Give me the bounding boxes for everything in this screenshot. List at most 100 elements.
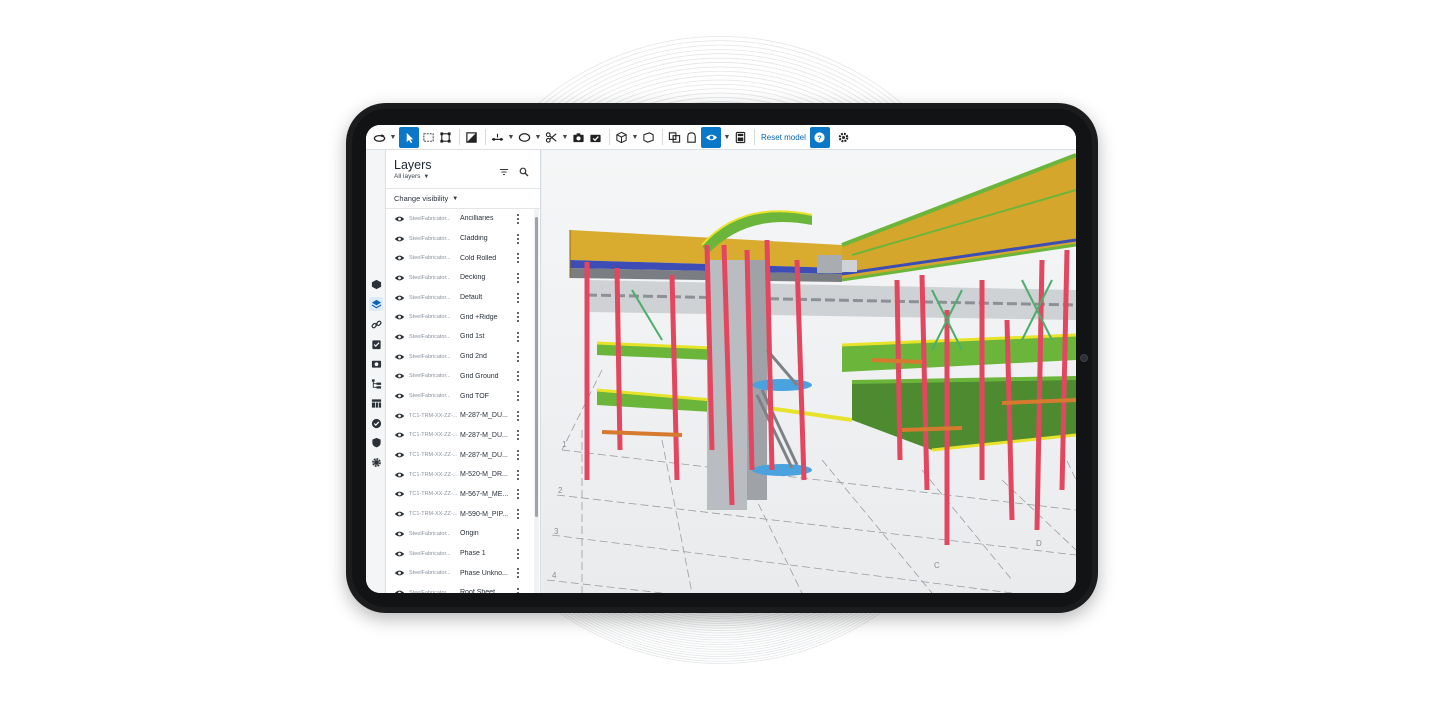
more-options-icon[interactable]	[516, 410, 520, 421]
layer-row[interactable]: SteelFabricator... Phase 1	[386, 544, 534, 564]
layer-row[interactable]: SteelFabricator... Grid 1st	[386, 327, 534, 347]
checklist-icon[interactable]	[369, 337, 383, 351]
eye-icon[interactable]	[394, 548, 405, 559]
fit-icon[interactable]	[438, 127, 453, 148]
more-options-icon[interactable]	[516, 233, 520, 244]
eye-icon[interactable]	[394, 233, 405, 244]
eye-icon[interactable]	[394, 430, 405, 441]
eye-icon[interactable]	[394, 469, 405, 480]
select-icon[interactable]	[399, 126, 419, 148]
help-icon[interactable]: ?	[809, 126, 830, 148]
box-select-icon[interactable]	[421, 127, 436, 148]
measure-dropdown-icon[interactable]: ▼	[507, 127, 515, 148]
layer-row[interactable]: TC1-TRM-XX-ZZ-... M-287-M_DU...	[386, 426, 534, 446]
snapshot-icon[interactable]	[571, 127, 586, 148]
snapshot-check-icon[interactable]	[588, 127, 603, 148]
eye-icon[interactable]	[394, 272, 405, 283]
link-icon[interactable]	[369, 317, 383, 331]
eye-icon[interactable]	[394, 587, 405, 593]
shield-icon[interactable]	[369, 435, 383, 449]
calculator-icon[interactable]	[733, 127, 748, 148]
more-options-icon[interactable]	[516, 430, 520, 441]
plane-icon[interactable]	[641, 127, 656, 148]
sort-icon[interactable]	[499, 164, 511, 176]
layer-row[interactable]: SteelFabricator... Grid Ground	[386, 367, 534, 387]
measure-icon[interactable]	[490, 127, 505, 148]
gear-icon[interactable]	[369, 455, 383, 469]
camera-icon[interactable]	[369, 356, 383, 370]
cube-dropdown-icon[interactable]: ▼	[631, 127, 639, 148]
more-options-icon[interactable]	[516, 351, 520, 362]
eye-icon[interactable]	[394, 213, 405, 224]
orbit-dropdown-icon[interactable]: ▼	[389, 127, 397, 148]
eye-icon[interactable]	[394, 292, 405, 303]
layers-icon[interactable]	[369, 297, 383, 311]
cut-dropdown-icon[interactable]: ▼	[561, 127, 569, 148]
layer-row[interactable]: SteelFabricator... Grid 2nd	[386, 347, 534, 367]
eye-icon[interactable]	[394, 410, 405, 421]
more-options-icon[interactable]	[516, 568, 520, 579]
model-viewport[interactable]: 1 2 3 4 C D	[542, 150, 1076, 593]
lock-icon[interactable]	[684, 127, 699, 148]
eye-icon[interactable]	[394, 450, 405, 461]
layer-list-scrollbar[interactable]	[534, 209, 539, 593]
more-options-icon[interactable]	[516, 469, 520, 480]
more-options-icon[interactable]	[516, 548, 520, 559]
layer-row[interactable]: SteelFabricator... Ancilliaries	[386, 209, 534, 229]
layer-row[interactable]: TC1-TRM-XX-ZZ-... M-287-M_DU...	[386, 406, 534, 426]
status-icon[interactable]	[369, 416, 383, 430]
eye-icon[interactable]	[394, 528, 405, 539]
layer-row[interactable]: SteelFabricator... Grid TOF	[386, 386, 534, 406]
eye-icon[interactable]	[394, 391, 405, 402]
layer-row[interactable]: SteelFabricator... Default	[386, 288, 534, 308]
layer-filter-dropdown[interactable]: All layers ▼	[394, 173, 429, 180]
visibility-icon[interactable]	[701, 126, 721, 148]
more-options-icon[interactable]	[516, 528, 520, 539]
layer-row[interactable]: SteelFabricator... Origin	[386, 524, 534, 544]
eye-icon[interactable]	[394, 509, 405, 520]
more-options-icon[interactable]	[516, 371, 520, 382]
search-icon[interactable]	[519, 164, 531, 177]
layer-row[interactable]: TC1-TRM-XX-ZZ-... M-520-M_DR...	[386, 465, 534, 485]
more-options-icon[interactable]	[516, 213, 520, 224]
more-options-icon[interactable]	[516, 450, 520, 461]
more-options-icon[interactable]	[516, 253, 520, 264]
eye-icon[interactable]	[394, 371, 405, 382]
eye-icon[interactable]	[394, 351, 405, 362]
change-visibility-dropdown[interactable]: Change visibility ▼	[394, 194, 458, 203]
section-icon[interactable]	[464, 127, 479, 148]
more-options-icon[interactable]	[516, 292, 520, 303]
layer-row[interactable]: SteelFabricator... Phase Unkno...	[386, 563, 534, 583]
more-options-icon[interactable]	[516, 509, 520, 520]
layer-row[interactable]: SteelFabricator... Decking	[386, 268, 534, 288]
table-icon[interactable]	[369, 396, 383, 410]
clash-icon[interactable]	[667, 127, 682, 148]
tree-icon[interactable]	[369, 376, 383, 390]
reset-model-button[interactable]: Reset model	[761, 133, 806, 142]
layer-row[interactable]: SteelFabricator... Grid +Ridge	[386, 307, 534, 327]
layer-row[interactable]: SteelFabricator... Cold Rolled	[386, 248, 534, 268]
shape-dropdown-icon[interactable]: ▼	[534, 127, 542, 148]
layer-row[interactable]: TC1-TRM-XX-ZZ-... M-590-M_PIP...	[386, 504, 534, 524]
object-icon[interactable]	[369, 277, 383, 291]
cut-icon[interactable]	[544, 127, 559, 148]
more-options-icon[interactable]	[516, 312, 520, 323]
layer-row[interactable]: SteelFabricator... Roof Sheet...	[386, 583, 534, 593]
shape-icon[interactable]	[517, 127, 532, 148]
settings-icon[interactable]	[836, 127, 851, 148]
more-options-icon[interactable]	[516, 587, 520, 593]
scrollbar-thumb[interactable]	[535, 217, 538, 517]
more-options-icon[interactable]	[516, 272, 520, 283]
layer-row[interactable]: TC1-TRM-XX-ZZ-... M-567-M_ME...	[386, 485, 534, 505]
eye-icon[interactable]	[394, 489, 405, 500]
eye-icon[interactable]	[394, 568, 405, 579]
cube-icon[interactable]	[614, 127, 629, 148]
visibility-dropdown-icon[interactable]: ▼	[723, 127, 731, 148]
eye-icon[interactable]	[394, 331, 405, 342]
more-options-icon[interactable]	[516, 391, 520, 402]
eye-icon[interactable]	[394, 312, 405, 323]
more-options-icon[interactable]	[516, 489, 520, 500]
more-options-icon[interactable]	[516, 331, 520, 342]
layer-row[interactable]: SteelFabricator... Cladding	[386, 229, 534, 249]
eye-icon[interactable]	[394, 253, 405, 264]
